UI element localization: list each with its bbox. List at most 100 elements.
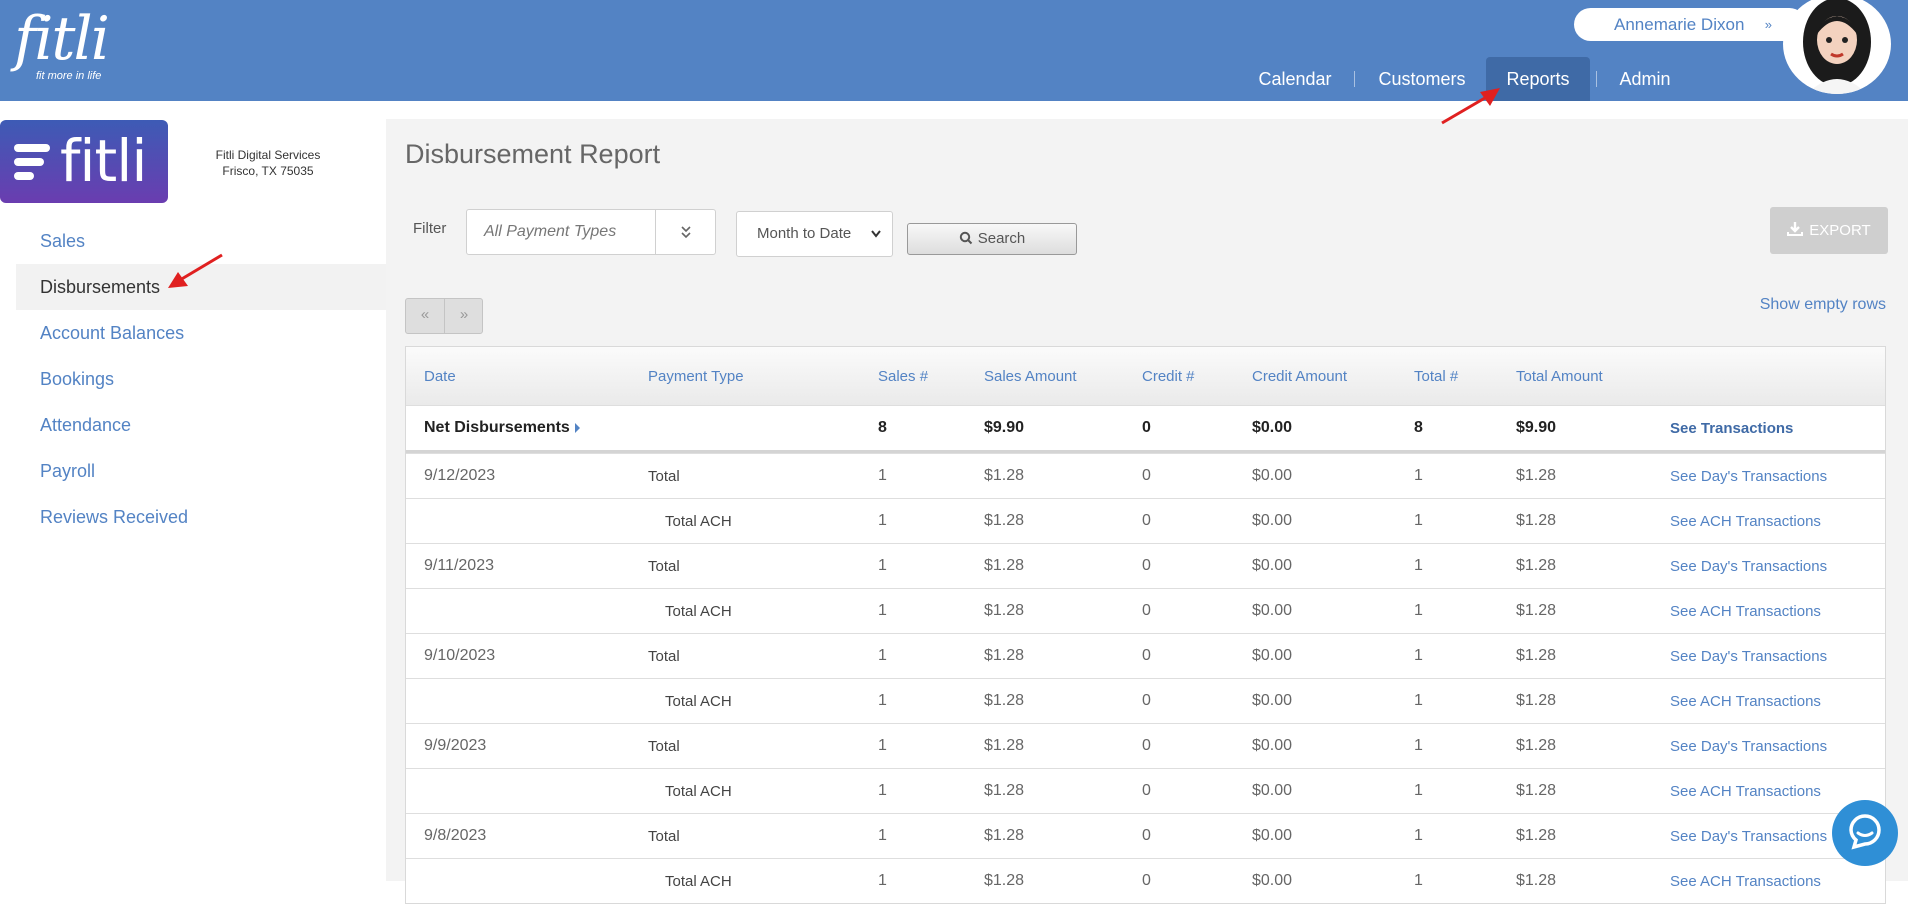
col-total-amount[interactable]: Total Amount bbox=[1516, 347, 1603, 405]
row-credit-amount: $0.00 bbox=[1252, 602, 1293, 619]
row-payment-type: Total ACH bbox=[665, 602, 732, 620]
chat-button[interactable] bbox=[1832, 800, 1898, 866]
net-credit-amount: $0.00 bbox=[1252, 419, 1293, 436]
annotation-arrow-reports bbox=[1441, 88, 1500, 125]
col-total-count[interactable]: Total # bbox=[1414, 347, 1458, 405]
row-payment-type: Total bbox=[648, 647, 680, 665]
logo-wordmark: fitli bbox=[60, 127, 148, 195]
payment-type-select[interactable]: All Payment Types bbox=[466, 209, 716, 255]
table-row: Total ACH 1 $1.28 0 $0.00 1 $1.28 See ACH Trans… bbox=[406, 498, 1885, 543]
sidebar-item-reviews-received[interactable]: Reviews Received bbox=[16, 494, 386, 540]
pager-next-button[interactable]: » bbox=[445, 299, 483, 333]
table-header: Date Payment Type Sales # Sales Amount C… bbox=[406, 347, 1885, 405]
row-date: 9/11/2023 bbox=[424, 557, 494, 574]
user-menu[interactable]: Annemarie Dixon » bbox=[1574, 8, 1806, 41]
row-transactions-link[interactable]: See Day's Transactions bbox=[1670, 814, 1827, 858]
row-sales-count: 1 bbox=[878, 872, 887, 889]
row-total-amount: $1.28 bbox=[1516, 467, 1557, 484]
row-sales-count: 1 bbox=[878, 602, 887, 619]
table-body: 9/12/2023 Total 1 $1.28 0 $0.00 1 $1.28 See Day'… bbox=[406, 453, 1885, 903]
row-transactions-link[interactable]: See Day's Transactions bbox=[1670, 634, 1827, 678]
row-sales-amount: $1.28 bbox=[984, 737, 1025, 754]
row-transactions-link[interactable]: See Day's Transactions bbox=[1670, 544, 1827, 588]
row-credit-amount: $0.00 bbox=[1252, 692, 1293, 709]
avatar[interactable] bbox=[1783, 0, 1891, 94]
col-payment-type[interactable]: Payment Type bbox=[648, 347, 744, 405]
row-sales-amount: $1.28 bbox=[984, 602, 1025, 619]
row-total-amount: $1.28 bbox=[1516, 512, 1557, 529]
see-transactions-link[interactable]: See Transactions bbox=[1670, 406, 1793, 450]
col-sales-count[interactable]: Sales # bbox=[878, 347, 928, 405]
row-sales-count: 1 bbox=[878, 692, 887, 709]
row-transactions-link[interactable]: See ACH Transactions bbox=[1670, 769, 1821, 813]
row-sales-amount: $1.28 bbox=[984, 782, 1025, 799]
row-sales-count: 1 bbox=[878, 467, 887, 484]
row-credit-count: 0 bbox=[1142, 692, 1151, 709]
row-payment-type: Total ACH bbox=[665, 872, 732, 890]
annotation-arrow-disbursements bbox=[168, 253, 223, 288]
row-total-count: 1 bbox=[1414, 827, 1423, 844]
date-range-select[interactable]: Month to Date bbox=[736, 211, 893, 257]
pager: « » bbox=[405, 298, 483, 334]
search-label: Search bbox=[977, 230, 1026, 247]
table-row: 9/11/2023 Total 1 $1.28 0 $0.00 1 $1.28 See Day'… bbox=[406, 543, 1885, 588]
col-credit-count[interactable]: Credit # bbox=[1142, 347, 1195, 405]
table-row: Total ACH 1 $1.28 0 $0.00 1 $1.28 See ACH Trans… bbox=[406, 678, 1885, 723]
row-sales-count: 1 bbox=[878, 827, 887, 844]
show-empty-rows-link[interactable]: Show empty rows bbox=[1760, 296, 1886, 314]
row-transactions-link[interactable]: See Day's Transactions bbox=[1670, 724, 1827, 768]
user-name: Annemarie Dixon bbox=[1614, 15, 1745, 34]
row-sales-amount: $1.28 bbox=[984, 557, 1025, 574]
row-total-count: 1 bbox=[1414, 872, 1423, 889]
row-credit-amount: $0.00 bbox=[1252, 467, 1293, 484]
col-date[interactable]: Date bbox=[424, 347, 456, 405]
row-sales-count: 1 bbox=[878, 782, 887, 799]
nav-calendar[interactable]: Calendar bbox=[1246, 57, 1344, 101]
row-credit-amount: $0.00 bbox=[1252, 827, 1293, 844]
chevron-down-icon bbox=[870, 212, 882, 275]
row-transactions-link[interactable]: See ACH Transactions bbox=[1670, 589, 1821, 633]
row-total-count: 1 bbox=[1414, 557, 1423, 574]
net-disbursements-toggle[interactable]: Net Disbursements bbox=[424, 406, 580, 450]
nav-divider bbox=[1354, 71, 1355, 87]
sidebar-item-account-balances[interactable]: Account Balances bbox=[16, 310, 386, 356]
company-location: Frisco, TX 75035 bbox=[222, 164, 314, 178]
row-date: 9/8/2023 bbox=[424, 827, 487, 844]
top-header: fitli fit more in life Annemarie Dixon »… bbox=[0, 0, 1908, 101]
row-total-amount: $1.28 bbox=[1516, 737, 1557, 754]
row-credit-count: 0 bbox=[1142, 467, 1151, 484]
row-transactions-link[interactable]: See ACH Transactions bbox=[1670, 499, 1821, 543]
row-transactions-link[interactable]: See ACH Transactions bbox=[1670, 859, 1821, 903]
row-transactions-link[interactable]: See Day's Transactions bbox=[1670, 454, 1827, 498]
disbursement-table: Date Payment Type Sales # Sales Amount C… bbox=[405, 346, 1886, 904]
export-button[interactable]: EXPORT bbox=[1770, 207, 1888, 254]
row-credit-amount: $0.00 bbox=[1252, 737, 1293, 754]
col-credit-amount[interactable]: Credit Amount bbox=[1252, 347, 1347, 405]
row-sales-count: 1 bbox=[878, 557, 887, 574]
brand-tagline: fit more in life bbox=[36, 70, 102, 82]
pager-prev-button[interactable]: « bbox=[406, 299, 444, 333]
date-range-value: Month to Date bbox=[757, 225, 852, 242]
row-total-amount: $1.28 bbox=[1516, 647, 1557, 664]
row-credit-count: 0 bbox=[1142, 512, 1151, 529]
row-credit-amount: $0.00 bbox=[1252, 557, 1293, 574]
filter-label: Filter bbox=[413, 220, 447, 237]
col-sales-amount[interactable]: Sales Amount bbox=[984, 347, 1077, 405]
sidebar-item-payroll[interactable]: Payroll bbox=[16, 448, 386, 494]
company-logo: fitli bbox=[0, 120, 168, 203]
search-button[interactable]: Search bbox=[907, 223, 1077, 255]
row-transactions-link[interactable]: See ACH Transactions bbox=[1670, 679, 1821, 723]
sidebar-item-bookings[interactable]: Bookings bbox=[16, 356, 386, 402]
nav-admin[interactable]: Admin bbox=[1606, 57, 1684, 101]
row-credit-amount: $0.00 bbox=[1252, 512, 1293, 529]
fitli-logo[interactable]: fitli fit more in life bbox=[14, 8, 110, 82]
row-date: 9/12/2023 bbox=[424, 467, 496, 484]
row-date: 9/10/2023 bbox=[424, 647, 496, 664]
double-chevron-down-icon[interactable] bbox=[655, 210, 715, 254]
row-payment-type: Total ACH bbox=[665, 512, 732, 530]
sidebar-item-attendance[interactable]: Attendance bbox=[16, 402, 386, 448]
net-total-count: 8 bbox=[1414, 419, 1423, 436]
row-credit-amount: $0.00 bbox=[1252, 872, 1293, 889]
net-total-amount: $9.90 bbox=[1516, 419, 1557, 436]
download-icon bbox=[1787, 222, 1804, 236]
